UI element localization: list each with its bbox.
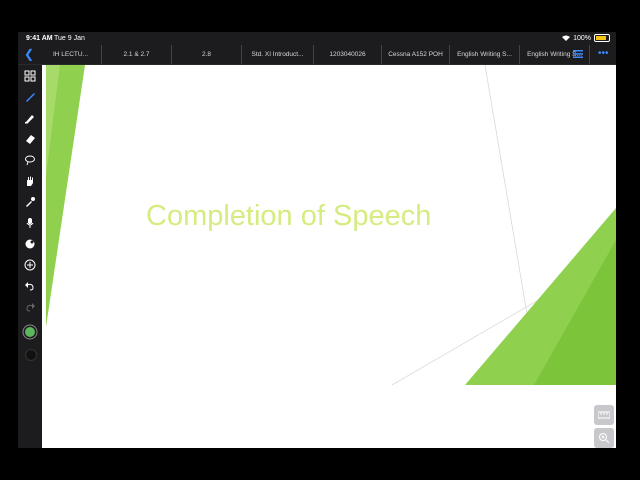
add-icon[interactable] bbox=[23, 258, 37, 272]
back-chevron-icon[interactable]: ❮ bbox=[24, 47, 34, 61]
redo-icon[interactable] bbox=[23, 300, 37, 314]
ruler-icon[interactable] bbox=[594, 405, 614, 425]
status-date: Tue 9 Jan bbox=[54, 35, 85, 42]
tab-5[interactable]: Cessna A152 POH bbox=[382, 45, 450, 64]
tab-bar: ❮ IH LECTU... 2.1 & 2.7 2.8 Std. XI Introdu… bbox=[18, 45, 616, 65]
black-color-swatch[interactable] bbox=[25, 349, 37, 361]
slide-title: Completion of Speech bbox=[146, 200, 432, 232]
slide-graphics bbox=[46, 65, 616, 386]
tab-4[interactable]: 1203040026 bbox=[314, 45, 382, 64]
shapes-icon[interactable] bbox=[23, 237, 37, 251]
zoom-icon[interactable] bbox=[594, 428, 614, 448]
eraser-icon[interactable] bbox=[23, 132, 37, 146]
battery-icon bbox=[594, 34, 610, 42]
battery-percent: 100% bbox=[573, 34, 591, 42]
tab-list: IH LECTU... 2.1 & 2.7 2.8 Std. XI Introduct… bbox=[40, 45, 590, 64]
status-time: 9:41 AM bbox=[26, 35, 53, 42]
tab-6[interactable]: English Writing S... bbox=[450, 45, 520, 64]
undo-icon[interactable] bbox=[23, 279, 37, 293]
eyedropper-icon[interactable] bbox=[23, 195, 37, 209]
list-view-icon[interactable] bbox=[573, 49, 583, 59]
slide-canvas[interactable]: Completion of Speech bbox=[42, 65, 616, 448]
lasso-icon[interactable] bbox=[23, 153, 37, 167]
status-right: 100% bbox=[562, 34, 610, 42]
green-color-swatch[interactable] bbox=[25, 327, 35, 337]
hand-icon[interactable] bbox=[23, 174, 37, 188]
app-window: 9:41 AM Tue 9 Jan 100% ❮ IH LECTU... 2.1 … bbox=[18, 32, 616, 448]
tool-palette bbox=[18, 65, 42, 448]
tab-0[interactable]: IH LECTU... bbox=[40, 45, 102, 64]
wifi-icon bbox=[562, 35, 571, 41]
tab-2[interactable]: 2.8 bbox=[172, 45, 242, 64]
more-icon[interactable]: ••• bbox=[598, 48, 609, 59]
pen-icon[interactable] bbox=[23, 90, 37, 104]
microphone-icon[interactable] bbox=[23, 216, 37, 230]
tab-3[interactable]: Std. XI Introduct... bbox=[242, 45, 314, 64]
highlighter-icon[interactable] bbox=[23, 111, 37, 125]
status-bar: 9:41 AM Tue 9 Jan 100% bbox=[18, 32, 616, 45]
grid-icon[interactable] bbox=[23, 69, 37, 83]
tab-1[interactable]: 2.1 & 2.7 bbox=[102, 45, 172, 64]
